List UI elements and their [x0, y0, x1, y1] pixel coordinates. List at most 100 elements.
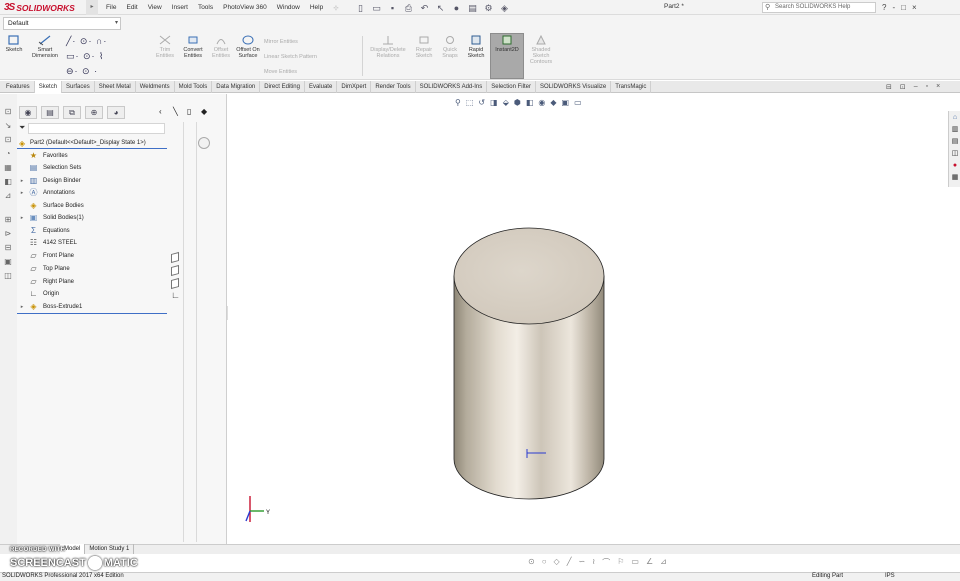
- view-settings-icon[interactable]: ▭: [574, 98, 582, 107]
- status-units[interactable]: IPS: [885, 572, 895, 581]
- tree-item-right-plane[interactable]: ▱ Right Plane: [17, 276, 167, 288]
- view-orientation-icon[interactable]: ⬢: [514, 98, 521, 107]
- tree-item-boss-extrude[interactable]: ▸ ◈ Boss-Extrude1: [17, 301, 167, 313]
- logo-flyout-arrow-icon[interactable]: ▸: [86, 0, 98, 15]
- offset-on-surface-button[interactable]: Offset On Surface: [235, 34, 261, 59]
- tree-root-part[interactable]: ◈ Part2 (Default<<Default>_Display State…: [17, 138, 167, 149]
- cylinder-body[interactable]: [453, 227, 605, 500]
- tree-item-front-plane[interactable]: ▱ Front Plane: [17, 250, 167, 262]
- dimxpert-tab-icon[interactable]: ⊕: [85, 106, 103, 119]
- sketch-tool-spline-icon[interactable]: ∽: [579, 557, 586, 568]
- arrow-icon[interactable]: ↘: [2, 120, 14, 131]
- file-explorer-icon[interactable]: ▤: [950, 137, 960, 146]
- convert-entities-button[interactable]: Convert Entities: [179, 34, 207, 59]
- configuration-dropdown[interactable]: Default ▾: [3, 17, 121, 30]
- fillet-icon[interactable]: ◔: [2, 148, 14, 159]
- expand-arrow-icon[interactable]: ▸: [18, 301, 26, 313]
- undo-icon[interactable]: ↶: [418, 2, 431, 14]
- tab-motion-study[interactable]: Motion Study 1: [85, 544, 135, 554]
- sketch-tool-flag-icon[interactable]: ⚐: [617, 557, 624, 568]
- scale-icon[interactable]: ▦: [2, 162, 14, 173]
- tab-mold-tools[interactable]: Mold Tools: [175, 81, 213, 93]
- zoom-to-fit-icon[interactable]: ⚲: [455, 98, 461, 107]
- menu-file[interactable]: File: [101, 4, 121, 11]
- instant2d-button[interactable]: Instant2D: [491, 34, 523, 53]
- customize-icon[interactable]: ◈: [498, 2, 511, 14]
- tab-dimxpert[interactable]: DimXpert: [337, 81, 372, 93]
- tree-item-top-plane[interactable]: ▱ Top Plane: [17, 263, 167, 275]
- custom-properties-icon[interactable]: ▦: [950, 173, 960, 182]
- doc-close-icon[interactable]: ×: [936, 83, 940, 91]
- offset-entities-button[interactable]: Offset Entities: [209, 34, 233, 59]
- shaded-sketch-contours-button[interactable]: Shaded Sketch Contours: [526, 34, 556, 65]
- menu-window[interactable]: Window: [272, 4, 305, 11]
- collapse-tree-button[interactable]: [198, 137, 210, 149]
- tree-item-material[interactable]: ☷ 4142 STEEL: [17, 237, 167, 249]
- edit-appearance-icon[interactable]: ◆: [550, 98, 556, 107]
- menu-photoview[interactable]: PhotoView 360: [218, 4, 272, 11]
- menu-help[interactable]: Help: [305, 4, 328, 11]
- help-search-input[interactable]: ⚲ Search SOLIDWORKS Help: [762, 2, 876, 13]
- tab-surfaces[interactable]: Surfaces: [62, 81, 95, 93]
- tree-item-selection-sets[interactable]: ▤ Selection Sets: [17, 162, 167, 174]
- maximize-icon[interactable]: □: [901, 3, 906, 12]
- expand-arrow-icon[interactable]: ▸: [18, 212, 26, 224]
- minimize-icon[interactable]: -: [892, 3, 895, 12]
- tab-weldments[interactable]: Weldments: [136, 81, 175, 93]
- appearance-pane-icon[interactable]: ◆: [201, 107, 207, 116]
- graphics-area[interactable]: Y: [228, 94, 946, 544]
- rapid-sketch-button[interactable]: Rapid Sketch: [464, 34, 488, 59]
- instant3d-icon[interactable]: ⊟: [2, 242, 14, 253]
- line-tools-row-2[interactable]: ▭· ⊙· ⌇: [66, 51, 104, 62]
- file-properties-icon[interactable]: ▤: [466, 2, 479, 14]
- tab-selection-filter[interactable]: Selection Filter: [487, 81, 536, 93]
- section-view-icon[interactable]: ◨: [490, 98, 498, 107]
- macro-icon[interactable]: ◫: [2, 270, 14, 281]
- tab-sheet-metal[interactable]: Sheet Metal: [95, 81, 136, 93]
- tab-addins[interactable]: SOLIDWORKS Add-Ins: [416, 81, 488, 93]
- display-manager-tab-icon[interactable]: ◕: [107, 106, 125, 119]
- menu-view[interactable]: View: [143, 4, 167, 11]
- linear-sketch-pattern[interactable]: Linear Sketch Pattern: [264, 50, 317, 65]
- line-tools-row-3[interactable]: ⊖· ⊙ ·: [66, 66, 98, 77]
- save-icon[interactable]: ▪: [386, 2, 399, 14]
- feature-tree-tab-icon[interactable]: ◉: [19, 106, 37, 119]
- pattern-tools-group[interactable]: Mirror Entities Linear Sketch Pattern Mo…: [264, 35, 317, 80]
- tree-item-equations[interactable]: Σ Equations: [17, 225, 167, 237]
- view-pane-icon[interactable]: ▯: [187, 107, 191, 116]
- options-icon[interactable]: ⚙: [482, 2, 495, 14]
- pin-icon[interactable]: ⊹: [328, 4, 343, 12]
- expand-arrow-icon[interactable]: ▸: [18, 187, 26, 199]
- view-palette-icon[interactable]: ◫: [950, 149, 960, 158]
- help-icon[interactable]: ?: [882, 3, 886, 12]
- curves-icon[interactable]: ⊳: [2, 228, 14, 239]
- smart-icon[interactable]: ⊡: [2, 134, 14, 145]
- sketch-tool-circle-icon[interactable]: ⊙: [528, 557, 535, 568]
- tree-item-design-binder[interactable]: ▸ ▥ Design Binder: [17, 175, 167, 187]
- design-library-icon[interactable]: ▥: [950, 125, 960, 134]
- rollback-bar[interactable]: [17, 313, 167, 314]
- sketch-tool-arc-icon[interactable]: ⌒: [602, 557, 610, 568]
- tab-data-migration[interactable]: Data Migration: [212, 81, 261, 93]
- sketch-tool-more-icon[interactable]: ⊿: [660, 557, 667, 568]
- property-manager-tab-icon[interactable]: ▤: [41, 106, 59, 119]
- shell-icon[interactable]: ◧: [2, 176, 14, 187]
- tree-filter-input[interactable]: [28, 123, 165, 134]
- smart-dimension-button[interactable]: Smart Dimension: [28, 34, 62, 59]
- zoom-area-icon[interactable]: ⬚: [466, 98, 474, 107]
- open-icon[interactable]: ▭: [370, 2, 383, 14]
- tab-transmagic[interactable]: TransMagic: [611, 81, 652, 93]
- configuration-manager-tab-icon[interactable]: ⧉: [63, 106, 81, 119]
- sketch-pane-icon[interactable]: ╲: [173, 107, 178, 116]
- tree-item-solid-bodies[interactable]: ▸ ▣ Solid Bodies(1): [17, 212, 167, 224]
- reference-icon[interactable]: ⊞: [2, 214, 14, 225]
- tab-evaluate[interactable]: Evaluate: [305, 81, 338, 93]
- tree-item-origin[interactable]: ∟ Origin: [17, 288, 167, 300]
- hide-show-icon[interactable]: ◉: [538, 98, 545, 107]
- chevron-left-icon[interactable]: ‹: [159, 107, 162, 116]
- doc-restore-icon[interactable]: ▫: [926, 83, 928, 91]
- apply-scene-icon[interactable]: ▣: [562, 98, 570, 107]
- solidworks-logo[interactable]: 3S SOLIDWORKS: [4, 1, 75, 14]
- model-view[interactable]: Y: [228, 94, 946, 544]
- trim-entities-button[interactable]: Trim Entities: [153, 34, 177, 59]
